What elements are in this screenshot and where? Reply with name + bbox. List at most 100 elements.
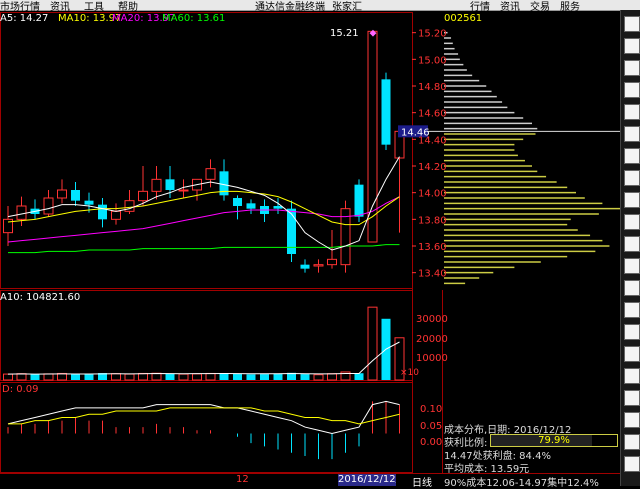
volume-bar-up: [178, 373, 189, 381]
candle-body-up: [111, 210, 121, 220]
ma60-label: MA60: 13.61: [162, 13, 226, 24]
rs-icon[interactable]: [624, 368, 640, 384]
macd-pane: [7, 400, 400, 460]
grid-icon[interactable]: [624, 148, 640, 164]
volume-bar-up: [111, 373, 121, 381]
f5-icon[interactable]: [624, 412, 640, 428]
price-tick-label: 13.40: [418, 269, 447, 280]
volume-bar-down: [354, 373, 364, 380]
candle-body-up: [367, 30, 378, 243]
fa-icon[interactable]: [624, 324, 640, 340]
candle-body-up: [16, 205, 27, 220]
candle-body-down: [354, 184, 364, 217]
tick-icon[interactable]: [624, 280, 640, 296]
k-icon[interactable]: [624, 192, 640, 208]
hand-icon[interactable]: [624, 390, 640, 406]
macd-tick: 0.10: [420, 404, 443, 415]
volume-bar-up: [16, 373, 27, 381]
search-icon[interactable]: [624, 104, 640, 120]
peak-price-label: 15.21: [330, 28, 359, 39]
macd-label: D: 0.09: [2, 384, 39, 395]
volume-bar-up: [138, 372, 148, 381]
volume-bars: [3, 306, 405, 381]
volume-bar-down: [219, 373, 229, 380]
candle-body-up: [43, 197, 54, 215]
price-tick-label: 14.40: [418, 135, 447, 146]
volume-bar-down: [30, 374, 40, 380]
rsi-icon[interactable]: [624, 214, 640, 230]
chip-info-avg-cost: 平均成本: 13.59元: [444, 464, 530, 475]
volume-bar-up: [43, 373, 54, 381]
volume-bar-up: [192, 373, 202, 381]
menu-icon[interactable]: [624, 16, 640, 32]
candle-body-down: [300, 264, 310, 269]
volume-bar-up: [205, 372, 216, 381]
volume-unit: ×10: [400, 368, 419, 378]
bar-icon[interactable]: [624, 38, 640, 54]
f7-icon[interactable]: [624, 456, 640, 472]
volume-bar-up: [57, 372, 67, 381]
fi-icon[interactable]: [624, 346, 640, 362]
volume-bar-down: [165, 373, 175, 380]
volume-bar-up: [327, 373, 337, 381]
volume-bar-down: [246, 374, 256, 380]
volume-bar-up: [124, 373, 135, 381]
period-tab[interactable]: 日线: [412, 474, 432, 489]
profit-ratio-bar: 79.9%: [490, 434, 618, 447]
fin-icon[interactable]: [624, 236, 640, 252]
list-icon[interactable]: [624, 126, 640, 142]
candle-body-up: [205, 168, 216, 180]
date-axis-label: 12: [236, 474, 249, 485]
price-tick-label: 14.00: [418, 189, 447, 200]
price-tick-label: 15.20: [418, 29, 447, 40]
price-tick-label: 14.60: [418, 109, 447, 120]
candle-body-up: [178, 189, 189, 192]
candle-body-up: [151, 178, 162, 192]
volume-bar-up: [367, 306, 378, 381]
price-tick-label: 14.80: [418, 82, 447, 93]
candle-body-down: [233, 198, 242, 206]
candle-body-down: [71, 190, 80, 201]
chip-info-concentration: 90%成本12.06-14.97集中12.4%: [444, 478, 599, 489]
pane-borders: [0, 12, 620, 474]
volume-bar-up: [3, 373, 13, 381]
candle-body-up: [57, 189, 67, 199]
stock-code[interactable]: 002561: [444, 13, 482, 24]
ma5-label: A5: 14.27: [0, 13, 49, 24]
chip-icon[interactable]: [624, 258, 640, 274]
price-tick-label: 13.80: [418, 215, 447, 226]
vol-tick: 10000: [416, 353, 448, 364]
volume-label: A10: 104821.60: [0, 292, 81, 303]
candle-body-down: [381, 79, 391, 145]
candle-body-down: [84, 200, 94, 205]
profit-ratio-value: 79.9%: [538, 435, 570, 446]
flag-icon[interactable]: [624, 60, 640, 76]
right-toolbar: [620, 10, 640, 486]
volume-bar-up: [313, 374, 324, 381]
peak-marker: ◆: [370, 28, 377, 38]
price-axis: 14.4615.2015.0014.8014.6014.4014.2014.00…: [398, 29, 620, 280]
volume-bar-up: [151, 372, 162, 381]
volume-bar-down: [233, 373, 242, 380]
star-icon[interactable]: [624, 82, 640, 98]
price-tick-label: 15.00: [418, 55, 447, 66]
volume-bar-down: [84, 374, 94, 380]
stock-chart[interactable]: ◆ 14.4615.2015.0014.8014.6014.4014.2014.…: [0, 10, 620, 486]
vol-tick: 30000: [416, 314, 448, 325]
volume-ma-line: [7, 341, 400, 375]
candle-body-up: [327, 258, 337, 266]
vol-tick: 20000: [416, 334, 448, 345]
price-tick-label: 14.20: [418, 162, 447, 173]
ma-icon[interactable]: [624, 170, 640, 186]
fo-icon[interactable]: [624, 302, 640, 318]
date-readout: 2016/12/12/—: [338, 474, 396, 486]
price-tick-label: 13.60: [418, 242, 447, 253]
volume-bar-down: [300, 374, 310, 380]
candle-body-up: [138, 190, 148, 202]
candle-body-down: [98, 204, 107, 220]
f6-icon[interactable]: [624, 434, 640, 450]
candle-body-down: [246, 203, 256, 209]
candle-body-down: [165, 179, 175, 190]
macd-tick: 0.00: [420, 437, 443, 448]
volume-bar-down: [260, 374, 269, 380]
